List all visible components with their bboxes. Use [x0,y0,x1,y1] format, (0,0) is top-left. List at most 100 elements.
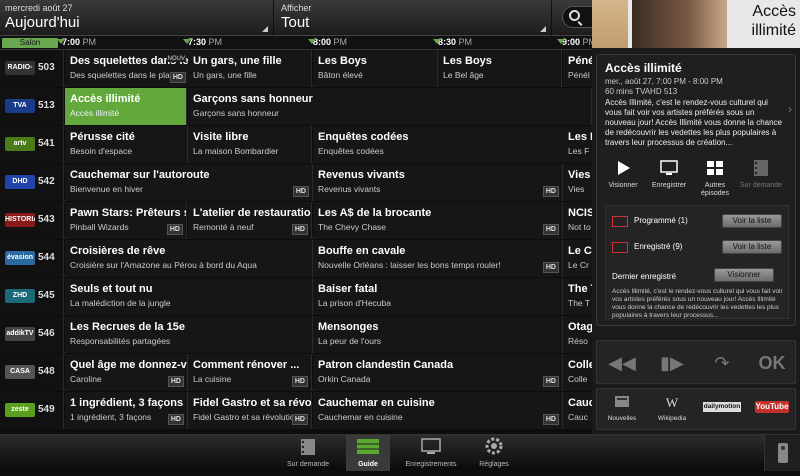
channel-cell[interactable]: ZHD 545 [0,278,64,315]
hd-badge: HD [169,72,186,83]
program-subtitle: Un gars, une fille [193,70,257,80]
program-cell[interactable]: Pawn Stars: Prêteurs s Pinball Wizards HD [65,202,187,239]
program-cell[interactable]: Bouffe en cavale Nouvelle Orléans : laiss… [313,240,563,277]
program-cell[interactable]: Colle Colle [563,354,592,391]
channel-cell[interactable]: addikTV 546 [0,316,64,353]
watch-action-button[interactable]: Visionner [601,155,645,195]
program-cell[interactable]: L'atelier de restauratio Remonté à neuf HD [188,202,312,239]
tab-recordings[interactable]: Enregistrements [402,435,460,471]
program-subtitle: La peur de l'ours [318,336,382,346]
tab-guide[interactable]: Guide [346,435,390,471]
program-subtitle: Revenus vivants [318,184,381,194]
play-pause-icon[interactable]: ▮▶ [647,341,697,385]
program-cell[interactable]: NCIS Not to [563,202,592,239]
recorded-row: Enregistré (9) Voir la liste [612,238,782,258]
programmed-row: Programmé (1) Voir la liste [612,212,782,232]
program-cell[interactable]: Baiser fatal La prison d'Hecuba [313,278,563,315]
channel-row: DHD 542 Cauchemar sur l'autoroute Bienvenue… [0,164,592,201]
ok-button[interactable]: OK [747,341,797,385]
program-title: Comment rénover ... [193,359,300,371]
program-cell[interactable]: Vies Vies [563,164,592,201]
promo-banner[interactable]: Accès illimité [592,0,800,48]
chevron-right-icon[interactable]: › [788,102,792,116]
hd-badge: HD [166,224,183,235]
youtube-app[interactable]: YouTube [747,389,797,431]
program-title: Accès illimité [70,93,141,105]
program-cell[interactable]: Le Cr Le Cr [563,240,592,277]
remote-toggle-button[interactable] [764,435,800,471]
program-cell[interactable]: Les A$ de la brocante The Chevy Chase HD [313,202,563,239]
program-cell[interactable]: Cauchemar en cuisine Cauchemar en cuisine… [313,392,563,429]
hd-badge: HD [167,376,184,387]
program-cell[interactable]: The T The T [563,278,592,315]
program-title: Mensonges [318,321,379,333]
channel-cell[interactable]: CASA 548 [0,354,64,391]
program-cell[interactable]: Revenus vivants Revenus vivants HD [313,164,563,201]
program-cell[interactable]: Visite libre La maison Bombardier [188,126,312,163]
filter-label: Afficher [281,3,312,13]
salon-label[interactable]: Salon [2,38,58,48]
channel-cell[interactable]: TVA 513 [0,88,64,125]
program-title: Quel âge me donnez-vo [70,359,188,371]
channel-cell[interactable]: artv 541 [0,126,64,163]
program-title: Patron clandestin Canada [318,359,454,371]
news-app[interactable]: Nouvelles [597,389,647,431]
program-cell[interactable]: Quel âge me donnez-vo Caroline HD [65,354,188,391]
channel-logo: HISTORIA [5,213,35,227]
tab-settings[interactable]: Réglages [472,435,516,471]
program-cell[interactable]: Les Boys Bâton élevé [313,50,438,87]
program-title: 1 ingrédient, 3 façons [70,397,184,409]
channel-cell[interactable]: DHD 542 [0,164,64,201]
program-cell[interactable]: Otag Réso [563,316,592,353]
program-title: Cauchemar sur l'autoroute [70,169,210,181]
view-list-button[interactable]: Voir la liste [722,240,782,254]
channel-row: évasion 544 Croisières de rêve Croisière su… [0,240,592,277]
view-list-button[interactable]: Voir la liste [722,214,782,228]
program-cell[interactable]: Cauchemar sur l'autoroute Bienvenue en hi… [65,164,313,201]
hd-badge: HD [291,414,308,425]
program-cell[interactable]: Croisières de rêve Croisière sur l'Amazon… [65,240,313,277]
program-cell[interactable]: Fidel Gastro et sa révol Fidel Gastro et … [188,392,312,429]
on-demand-button[interactable]: Sur demande [739,155,783,195]
channel-cell[interactable]: HISTORIA 543 [0,202,64,239]
hd-badge: HD [542,376,559,387]
filter-selector[interactable]: Afficher Tout [276,0,552,36]
record-action-button[interactable]: Enregistrer [647,155,691,195]
program-cell[interactable]: Les Boys Le Bel âge [438,50,562,87]
grid-icon [357,439,379,454]
channel-cell[interactable]: évasion 544 [0,240,64,277]
program-cell[interactable]: Cauc Cauc [563,392,592,429]
program-cell[interactable]: Péné Pénél [563,50,592,87]
program-cell[interactable]: 1 ingrédient, 3 façons 1 ingrédient, 3 fa… [65,392,188,429]
program-cell[interactable]: Comment rénover ... La cuisine HD [188,354,312,391]
rewind-icon[interactable]: ◀◀ [597,341,647,385]
dailymotion-app[interactable]: dailymotion [697,389,747,431]
hd-badge: HD [542,414,559,425]
tv-icon [612,216,628,227]
program-cell[interactable]: Mensonges La peur de l'ours [313,316,563,353]
program-cell[interactable]: Les F Les F [563,126,592,163]
redo-icon[interactable]: ↷ [697,341,747,385]
wikipedia-app[interactable]: W Wikipedia [647,389,697,431]
program-cell[interactable]: Un gars, une fille Un gars, une fille [188,50,312,87]
channel-cell[interactable]: RADIO-CANADA503 [0,50,64,87]
dropdown-corner-icon [540,26,546,32]
program-cell[interactable]: Les Recrues de la 15e Responsabilités par… [65,316,313,353]
program-cell[interactable]: Garçons sans honneur Garçons sans honneur [188,88,592,125]
date-selector[interactable]: mercredi août 27 Aujourd'hui [0,0,274,36]
program-subtitle: Les F [568,146,590,156]
channel-number: 513 [38,100,55,111]
side-panel: Accès illimité Accès illimité mer., août … [592,0,800,434]
channel-logo: TVA [5,99,35,113]
program-cell[interactable]: Enquêtes codées Enquêtes codées [313,126,564,163]
program-cell[interactable]: Des squelettes dans le Des squelettes dan… [65,50,190,87]
program-cell[interactable]: Pérusse cité Besoin d'espace [65,126,188,163]
watch-button[interactable]: Visionner [714,268,774,282]
program-cell[interactable]: Patron clandestin Canada Orkin Canada HD [313,354,563,391]
channel-cell[interactable]: zeste 549 [0,392,64,429]
other-episodes-button[interactable]: Autres épisodes [693,155,737,197]
recordings-box: Programmé (1) Voir la liste Enregistré (… [605,205,789,319]
program-cell[interactable]: Accès illimité Accès illimité [65,88,187,125]
tab-on-demand[interactable]: Sur demande [282,435,334,471]
program-cell[interactable]: Seuls et tout nu La malédiction de la jun… [65,278,313,315]
